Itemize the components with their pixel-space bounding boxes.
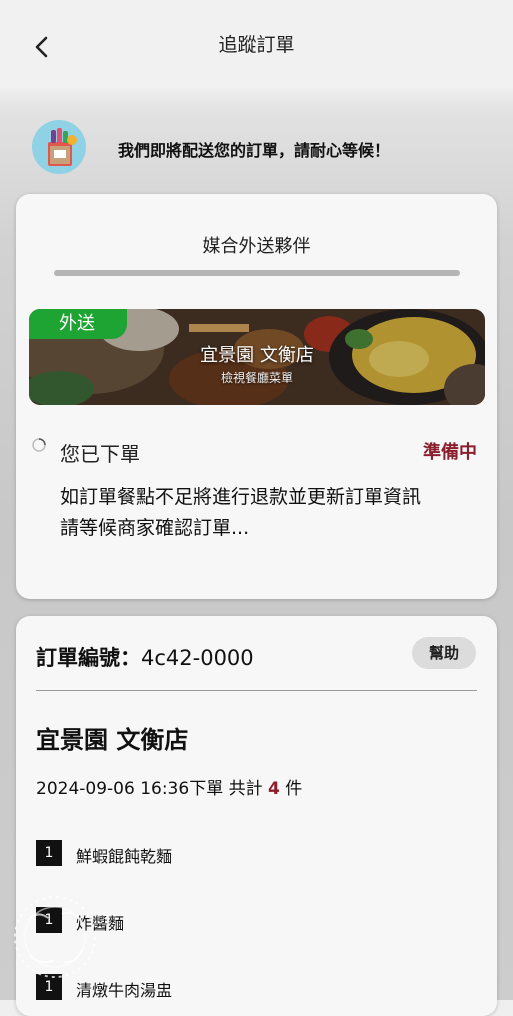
order-info-text: 如訂單餐點不足將進行退款並更新訂單資訊 請等候商家確認訂單... [60,486,422,539]
order-status-label: 您已下單 [60,442,140,466]
order-placed-time: 2024-09-06 16:36下單 共計 [36,779,268,799]
notice-text: 我們即將配送您的訂單，請耐心等候！ [118,141,391,160]
restaurant-banner[interactable]: 外送 宜景園 文衡店 檢視餐廳菜單 [29,309,485,405]
item-unit: 件 [279,779,303,799]
restaurant-name: 宜景園 文衡店 [200,345,314,366]
watermark-logo [14,896,96,978]
order-number-value: 4c42-0000 [141,646,254,670]
item-name: 鮮蝦餛飩乾麵 [76,847,173,866]
divider [36,690,477,691]
shopping-bag-icon [32,120,86,174]
item-count: 4 [268,779,280,799]
progress-bar [54,270,460,276]
tracking-card: 媒合外送夥伴 外送 宜景園 文衡店 檢視餐廳菜單 您已下單 準備中 如訂單餐點不… [16,194,497,599]
help-button[interactable]: 幫助 [412,637,476,669]
delivery-tag: 外送 [29,309,127,339]
status-badge: 準備中 [423,442,477,463]
order-number-label: 訂單編號： [36,646,141,670]
loading-spinner-icon [32,438,46,452]
top-bar: 追蹤訂單 [0,0,513,88]
view-menu-link[interactable]: 檢視餐廳菜單 [29,369,485,386]
delivery-notice: 我們即將配送您的訂單，請耐心等候！ [30,118,500,178]
order-meta: 2024-09-06 16:36下單 共計 4 件 [36,774,302,799]
order-number: 訂單編號：4c42-0000 [36,642,254,672]
item-quantity: 1 [36,840,62,866]
page-title: 追蹤訂單 [218,34,295,56]
store-name: 宜景園 文衡店 [36,726,189,754]
match-courier-label: 媒合外送夥伴 [202,236,311,257]
